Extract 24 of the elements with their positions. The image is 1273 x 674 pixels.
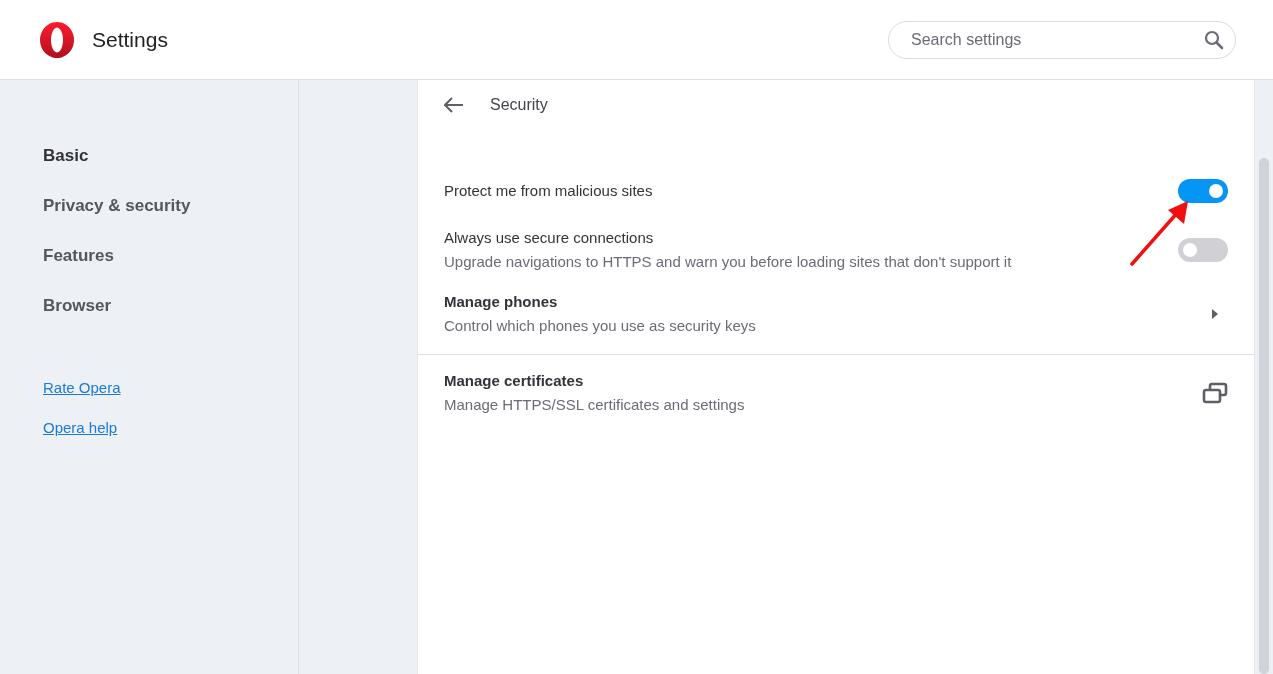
section-title: Security (490, 96, 548, 114)
sidebar-item[interactable]: Browser (43, 296, 298, 316)
setting-label: Protect me from malicious sites (444, 182, 653, 200)
scrollbar-thumb[interactable] (1259, 158, 1269, 674)
setting-label: Manage certificates (444, 372, 585, 390)
setting-description: Control which phones you use as security keys (444, 317, 756, 335)
chevron-right-icon[interactable] (1212, 309, 1218, 319)
logo-icon (38, 20, 76, 59)
toggle-switch[interactable] (1178, 238, 1228, 262)
search-icon (1204, 29, 1224, 50)
setting-label: Manage phones (444, 293, 559, 311)
page-title: Settings (92, 27, 168, 52)
windows-icon[interactable] (1202, 382, 1228, 404)
toggle-switch[interactable] (1178, 179, 1228, 203)
setting-label: Always use secure connections (444, 229, 655, 247)
setting-description: Manage HTTPS/SSL certificates and settings (444, 396, 745, 414)
sidebar-item[interactable]: Basic (43, 146, 298, 166)
sidebar-link[interactable]: Rate Opera (43, 378, 121, 398)
sidebar-link[interactable]: Opera help (43, 418, 118, 438)
search-field[interactable]: Search settings (888, 20, 1236, 59)
sidebar-item[interactable]: Privacy & security (43, 196, 298, 216)
sidebar-item[interactable]: Features (43, 246, 298, 266)
setting-description: Upgrade navigations to HTTPS and warn you before loading sites that don't support it (444, 253, 1012, 271)
back-arrow-icon[interactable] (444, 97, 464, 113)
